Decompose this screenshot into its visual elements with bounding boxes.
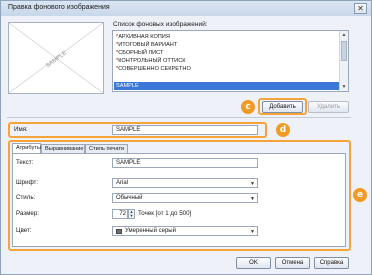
- list-item-label: SAMPLE: [116, 83, 139, 89]
- chevron-down-icon: ▼: [250, 229, 255, 235]
- scroll-thumb[interactable]: [341, 41, 347, 61]
- callout-c-badge: c: [241, 100, 255, 114]
- font-value: Arial: [116, 180, 129, 186]
- font-label: Шрифт:: [16, 179, 39, 186]
- list-item-label: АРХИВНАЯ КОПИЯ: [118, 34, 170, 40]
- watermark-preview: SAMPLE: [8, 22, 104, 94]
- attributes-panel: Текст: SAMPLE Шрифт: Arial ▼ Стиль: Обыч…: [12, 153, 346, 247]
- color-label: Цвет:: [16, 227, 32, 234]
- list-item[interactable]: *ИТОГОВЫЙ ВАРИАНТ: [116, 41, 177, 49]
- size-field[interactable]: 72: [112, 209, 128, 219]
- list-scrollbar[interactable]: ▲ ▼: [339, 31, 348, 91]
- style-value: Обычный: [116, 195, 143, 201]
- callout-d-badge: d: [276, 123, 290, 137]
- chevron-down-icon: ▼: [250, 196, 255, 202]
- scroll-up-icon[interactable]: ▲: [340, 31, 348, 39]
- dialog-window: Правка фонового изображения ✕ SAMPLE Спи…: [0, 0, 372, 275]
- color-value: Умеренный серый: [125, 228, 176, 234]
- window-title: Правка фонового изображения: [8, 4, 110, 11]
- name-field[interactable]: SAMPLE: [112, 125, 258, 135]
- text-field[interactable]: SAMPLE: [112, 158, 258, 168]
- name-label: Имя:: [14, 126, 28, 133]
- font-select[interactable]: Arial ▼: [112, 178, 258, 188]
- list-item-label: КОНТРОЛЬНЫЙ ОТТИСК: [118, 58, 186, 64]
- list-item[interactable]: *АРХИВНАЯ КОПИЯ: [116, 33, 170, 41]
- add-button[interactable]: Добавить: [262, 101, 303, 113]
- list-item-selected[interactable]: SAMPLE: [114, 82, 339, 90]
- color-swatch: [116, 229, 122, 234]
- list-item-label: СОВЕРШЕННО СЕКРЕТНО: [118, 66, 191, 72]
- scroll-down-icon[interactable]: ▼: [340, 83, 348, 91]
- text-label: Текст:: [16, 159, 34, 166]
- list-item-label: ИТОГОВЫЙ ВАРИАНТ: [118, 42, 178, 48]
- cancel-button[interactable]: Отмена: [275, 257, 310, 269]
- list-item[interactable]: *КОНТРОЛЬНЫЙ ОТТИСК: [116, 57, 186, 65]
- preview-canvas: SAMPLE: [9, 23, 103, 93]
- help-button[interactable]: Справка: [314, 257, 349, 269]
- style-select[interactable]: Обычный ▼: [112, 193, 258, 203]
- list-item-label: СБОРНЫЙ ЛИСТ: [118, 50, 164, 56]
- spin-down-icon[interactable]: ▼: [129, 214, 134, 218]
- tab-alignment[interactable]: Выравнивание: [41, 144, 85, 153]
- delete-button[interactable]: Удалить: [308, 101, 349, 113]
- divider: [7, 117, 351, 118]
- preview-watermark-text: SAMPLE: [45, 50, 68, 69]
- background-image-list[interactable]: *АРХИВНАЯ КОПИЯ *ИТОГОВЫЙ ВАРИАНТ *СБОРН…: [112, 30, 349, 92]
- tab-attributes[interactable]: Атрибуты: [12, 143, 41, 153]
- color-select[interactable]: Умеренный серый ▼: [112, 226, 258, 236]
- background-list-label: Список фоновых изображений:: [113, 21, 208, 28]
- size-label: Размер:: [16, 210, 39, 217]
- close-icon[interactable]: ✕: [354, 3, 367, 14]
- ok-button[interactable]: OK: [236, 257, 271, 269]
- title-bar: Правка фонового изображения ✕: [1, 1, 371, 16]
- chevron-down-icon: ▼: [250, 181, 255, 187]
- size-stepper[interactable]: ▲ ▼: [128, 209, 135, 219]
- tab-print-style[interactable]: Стиль печати: [85, 144, 128, 153]
- list-item[interactable]: *СБОРНЫЙ ЛИСТ: [116, 49, 163, 57]
- callout-e-badge: e: [353, 188, 367, 202]
- list-item[interactable]: *СОВЕРШЕННО СЕКРЕТНО: [116, 65, 191, 73]
- style-label: Стиль:: [16, 194, 36, 201]
- size-hint: Точек [от 1 до 500]: [138, 210, 192, 217]
